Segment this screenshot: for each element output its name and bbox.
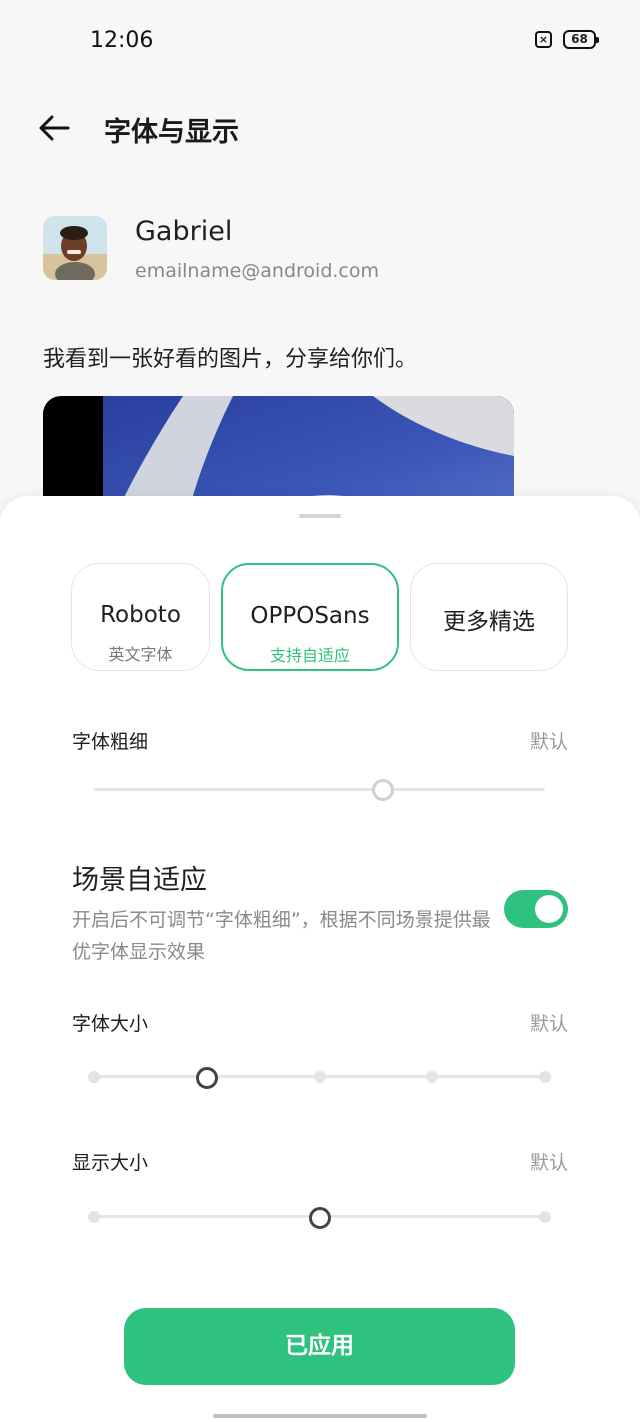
sim-x-icon: × [535,31,552,48]
font-weight-slider[interactable] [94,788,545,791]
post-text: 我看到一张好看的图片，分享给你们。 [43,347,418,372]
back-button[interactable] [36,110,76,146]
scene-adaptive-title: 场景自适应 [72,865,207,896]
font-weight-thumb[interactable] [371,779,394,801]
display-size-step-tick[interactable] [88,1211,100,1223]
user-name: Gabriel [135,216,233,247]
font-weight-value: 默认 [529,731,568,753]
status-time: 12:06 [90,28,154,53]
arrow-left-icon [39,115,70,141]
font-option-subtitle: 英文字体 [108,645,173,664]
display-size-step-tick[interactable] [539,1211,551,1223]
font-option-title: OPPOSans [250,603,370,629]
page-title: 字体与显示 [104,117,239,148]
display-size-thumb[interactable] [308,1207,331,1229]
font-size-label: 字体大小 [72,1013,149,1035]
font-settings-sheet: Roboto 英文字体 OPPOSans 支持自适应 更多精选 字体粗细 默认 … [0,496,640,1422]
font-option-title: 更多精选 [443,609,535,635]
font-size-step-tick[interactable] [539,1071,551,1083]
display-size-value: 默认 [529,1152,568,1174]
font-size-value: 默认 [529,1013,568,1035]
scene-adaptive-toggle[interactable] [504,890,568,928]
font-size-thumb[interactable] [195,1067,218,1089]
avatar [43,216,107,280]
font-option-roboto[interactable]: Roboto 英文字体 [71,563,210,671]
font-option-more[interactable]: 更多精选 [410,563,568,671]
font-size-step-tick[interactable] [313,1071,326,1083]
font-size-step-tick[interactable] [88,1071,100,1083]
drag-handle[interactable] [299,514,341,518]
font-option-subtitle: 支持自适应 [269,646,350,665]
font-option-title: Roboto [100,602,181,628]
font-option-opposans[interactable]: OPPOSans 支持自适应 [221,563,399,671]
toggle-knob [535,895,563,923]
font-weight-label: 字体粗细 [72,731,149,753]
home-indicator[interactable] [213,1414,427,1418]
display-size-label: 显示大小 [72,1152,149,1174]
scene-adaptive-description: 开启后不可调节“字体粗细”，根据不同场景提供最优字体显示效果 [72,909,491,963]
status-bar: 12:06 × 68 [0,0,640,80]
apply-button[interactable]: 已应用 [124,1308,515,1385]
app-bar: 字体与显示 [0,96,640,160]
user-email: emailname@android.com [135,260,380,282]
battery-icon: 68 [563,30,599,49]
font-size-step-tick[interactable] [426,1071,439,1083]
